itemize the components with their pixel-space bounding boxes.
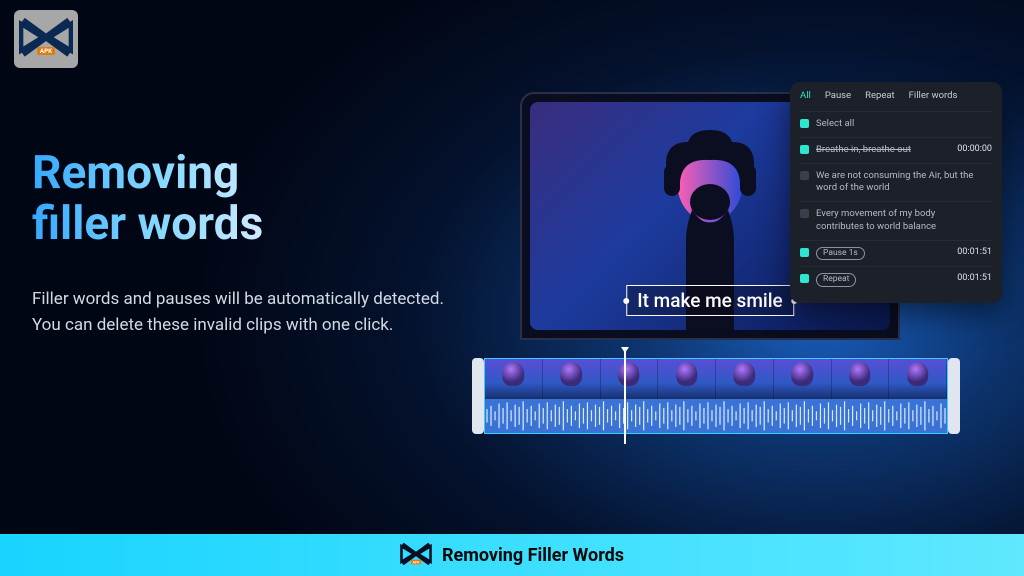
audio-waveform (485, 399, 947, 433)
clip-body[interactable] (484, 358, 948, 434)
panel-item[interactable]: Breathe in, breathe out 00:00:00 (800, 137, 992, 163)
clip-thumbnails (485, 359, 947, 399)
select-all-row[interactable]: Select all (800, 111, 992, 137)
panel-item[interactable]: Repeat 00:01:51 (800, 266, 992, 292)
filler-words-panel: All Pause Repeat Filler words Select all… (790, 82, 1002, 303)
playhead[interactable] (624, 350, 626, 444)
tab-repeat[interactable]: Repeat (865, 90, 895, 101)
checkbox-icon[interactable] (800, 171, 809, 180)
clip-handle-left[interactable] (472, 358, 484, 434)
panel-tabs: All Pause Repeat Filler words (800, 90, 992, 101)
tab-pause[interactable]: Pause (825, 90, 851, 101)
item-time: 00:00:00 (957, 144, 992, 154)
video-caption[interactable]: It make me smile (626, 285, 794, 316)
item-time: 00:01:51 (957, 273, 992, 283)
hero-title-line2: filler words (32, 199, 263, 250)
checkbox-icon[interactable] (800, 119, 809, 128)
checkbox-icon[interactable] (800, 274, 809, 283)
checkbox-icon[interactable] (800, 248, 809, 257)
item-text: We are not consuming the Air, but the wo… (816, 170, 985, 196)
clip-handle-right[interactable] (948, 358, 960, 434)
brand-logo: APK (14, 10, 78, 68)
tab-filler-words[interactable]: Filler words (909, 90, 958, 101)
item-pill: Repeat (816, 273, 856, 286)
footer-bar: APK Removing Filler Words (0, 534, 1024, 576)
hero-title: Removing filler words (32, 148, 263, 249)
item-text: Breathe in, breathe out (816, 144, 911, 155)
hero-description: Filler words and pauses will be automati… (32, 286, 462, 339)
capcut-apk-icon: APK (19, 15, 73, 63)
checkbox-icon[interactable] (800, 209, 809, 218)
item-time: 00:01:51 (957, 247, 992, 257)
panel-item[interactable]: Every movement of my body contributes to… (800, 201, 992, 240)
svg-text:APK: APK (412, 560, 420, 564)
panel-item[interactable]: We are not consuming the Air, but the wo… (800, 163, 992, 202)
hero-title-line1: Removing (32, 148, 263, 199)
tab-all[interactable]: All (800, 90, 811, 101)
capcut-apk-icon: APK (400, 541, 432, 569)
panel-item[interactable]: Pause 1s 00:01:51 (800, 240, 992, 266)
item-text: Every movement of my body contributes to… (816, 208, 985, 234)
item-pill: Pause 1s (816, 247, 865, 260)
select-all-label: Select all (816, 118, 992, 131)
checkbox-icon[interactable] (800, 145, 809, 154)
svg-text:APK: APK (40, 47, 52, 55)
footer-title: Removing Filler Words (442, 545, 624, 566)
timeline[interactable] (472, 358, 960, 434)
